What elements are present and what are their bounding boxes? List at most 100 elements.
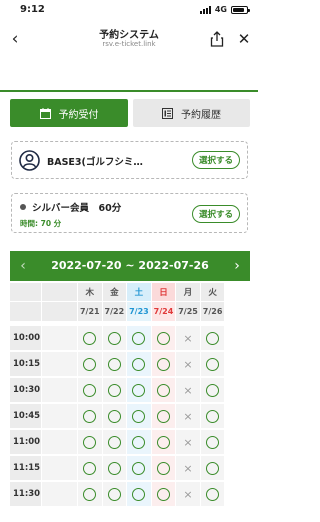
available-mark-icon	[156, 409, 170, 423]
available-mark-icon	[156, 357, 170, 371]
unavailable-slot: ×	[176, 326, 201, 352]
time-label: 10:15	[10, 352, 42, 378]
calendar-blank-cell	[42, 302, 78, 322]
available-mark-icon	[107, 331, 121, 345]
available-slot[interactable]	[127, 326, 152, 352]
available-slot[interactable]	[102, 378, 128, 404]
select-course-button[interactable]: 選択する	[191, 205, 240, 223]
resource-name: BASE3(ゴルフシミ…	[47, 157, 143, 168]
available-mark-icon	[206, 383, 220, 397]
tab-history[interactable]: 予約履歴	[133, 99, 250, 127]
available-mark-icon	[132, 487, 146, 501]
slot-blank-cell	[42, 352, 78, 378]
signal-icon	[199, 5, 211, 14]
unavailable-mark-icon: ×	[183, 435, 193, 449]
week-range: 2022-07-20 ~ 2022-07-26	[51, 259, 209, 272]
available-slot[interactable]	[200, 430, 226, 456]
available-slot[interactable]	[78, 430, 103, 456]
time-slot-row: 10:15 ×	[10, 352, 250, 378]
available-mark-icon	[83, 409, 97, 423]
available-slot[interactable]	[200, 352, 226, 378]
date-header: 7/25	[176, 302, 201, 322]
browser-header: ‹ 予約システム rsv.e-ticket.link ✕	[0, 22, 258, 58]
date-header: 7/23	[127, 302, 152, 322]
time-label: 10:45	[10, 404, 42, 430]
slot-blank-cell	[42, 482, 78, 508]
available-slot[interactable]	[200, 456, 226, 482]
available-slot[interactable]	[78, 378, 103, 404]
calendar-corner-cell	[10, 302, 42, 322]
available-slot[interactable]	[102, 404, 128, 430]
available-slot[interactable]	[102, 482, 128, 508]
available-slot[interactable]	[127, 404, 152, 430]
time-label: 10:00	[10, 326, 42, 352]
available-slot[interactable]	[78, 326, 103, 352]
available-slot[interactable]	[200, 378, 226, 404]
week-selector: ‹ 2022-07-20 ~ 2022-07-26 ›	[10, 251, 250, 281]
chevron-right-icon[interactable]: ›	[230, 257, 244, 275]
available-slot[interactable]	[102, 326, 128, 352]
unavailable-slot: ×	[176, 482, 201, 508]
available-slot[interactable]	[127, 378, 152, 404]
available-slot[interactable]	[151, 404, 177, 430]
available-slot[interactable]	[102, 352, 128, 378]
time-slot-row: 10:00 ×	[10, 326, 250, 352]
weekday-header: 土	[127, 283, 152, 302]
tab-reservation-label: 予約受付	[58, 109, 99, 121]
course-duration: 時間: 70 分	[20, 219, 62, 228]
tab-history-label: 予約履歴	[181, 109, 221, 121]
available-slot[interactable]	[127, 352, 152, 378]
slot-blank-cell	[42, 378, 78, 404]
available-slot[interactable]	[78, 404, 103, 430]
available-slot[interactable]	[127, 430, 152, 456]
course-bullet	[20, 204, 26, 210]
slot-blank-cell	[42, 430, 78, 456]
available-slot[interactable]	[200, 482, 226, 508]
available-mark-icon	[206, 409, 220, 423]
unavailable-slot: ×	[176, 378, 201, 404]
available-mark-icon	[83, 435, 97, 449]
available-slot[interactable]	[151, 378, 177, 404]
available-mark-icon	[206, 435, 220, 449]
available-slot[interactable]	[200, 404, 226, 430]
slot-blank-cell	[42, 456, 78, 482]
weekday-header: 木	[78, 283, 103, 302]
available-slot[interactable]	[151, 456, 177, 482]
select-resource-button[interactable]: 選択する	[191, 151, 240, 169]
unavailable-mark-icon: ×	[183, 357, 193, 371]
available-mark-icon	[107, 435, 121, 449]
available-slot[interactable]	[200, 326, 226, 352]
available-slot[interactable]	[102, 456, 128, 482]
available-slot[interactable]	[151, 352, 177, 378]
available-mark-icon	[107, 461, 121, 475]
calendar-date-row: 7/21 7/22 7/23 7/24 7/25 7/26	[10, 302, 250, 322]
tab-reservation[interactable]: 予約受付	[10, 99, 128, 127]
available-mark-icon	[156, 331, 170, 345]
time-label: 11:30	[10, 482, 42, 508]
available-mark-icon	[83, 357, 97, 371]
header-divider	[0, 90, 258, 92]
available-mark-icon	[156, 461, 170, 475]
close-icon[interactable]: ✕	[236, 30, 252, 48]
available-slot[interactable]	[127, 456, 152, 482]
resource-card: BASE3(ゴルフシミ… 選択する	[11, 141, 248, 179]
weekday-header: 火	[200, 283, 226, 302]
course-name: シルバー会員 60分	[32, 203, 122, 214]
unavailable-mark-icon: ×	[183, 461, 193, 475]
available-slot[interactable]	[127, 482, 152, 508]
share-icon[interactable]	[210, 31, 224, 47]
unavailable-slot: ×	[176, 456, 201, 482]
available-slot[interactable]	[151, 430, 177, 456]
time-slot-row: 11:00 ×	[10, 430, 250, 456]
available-slot[interactable]	[78, 482, 103, 508]
available-slot[interactable]	[151, 326, 177, 352]
available-slot[interactable]	[102, 430, 128, 456]
available-mark-icon	[107, 383, 121, 397]
available-slot[interactable]	[151, 482, 177, 508]
unavailable-mark-icon: ×	[183, 331, 193, 345]
available-mark-icon	[156, 487, 170, 501]
available-slot[interactable]	[78, 352, 103, 378]
available-slot[interactable]	[78, 456, 103, 482]
date-header: 7/24	[151, 302, 177, 322]
unavailable-mark-icon: ×	[183, 383, 193, 397]
